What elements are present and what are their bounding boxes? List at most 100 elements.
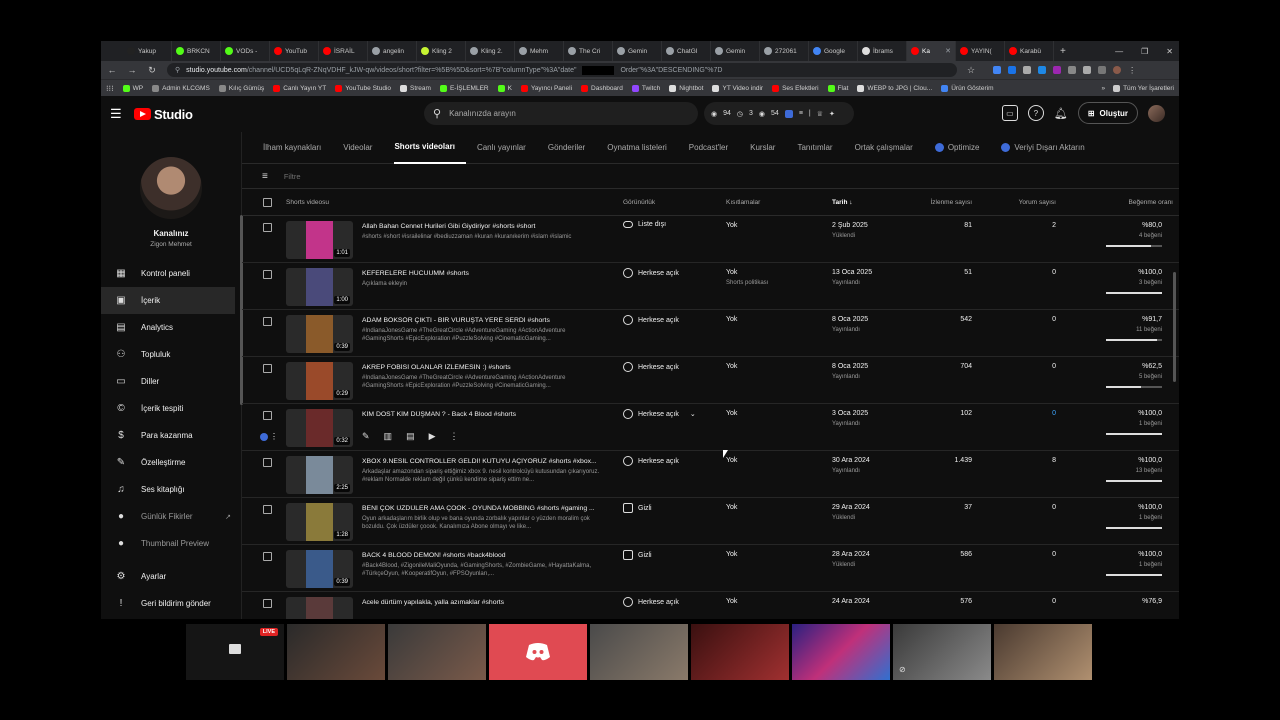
back-icon[interactable]: ← bbox=[107, 65, 117, 75]
forward-icon[interactable]: → bbox=[127, 65, 137, 75]
tab-4[interactable]: Gönderiler bbox=[548, 132, 596, 164]
apps-grid-icon[interactable]: ⁝⁝⁝ bbox=[106, 84, 114, 93]
visibility-cell[interactable]: Herkese açık bbox=[623, 268, 679, 278]
sidebar-item-copyright[interactable]: © İçerik tespiti bbox=[101, 395, 241, 422]
tab-0[interactable]: İlham kaynakları bbox=[263, 132, 332, 164]
comments-value[interactable]: 0 bbox=[1052, 504, 1056, 511]
extension-icon[interactable] bbox=[1008, 65, 1017, 74]
edit-icon[interactable]: ✎ bbox=[362, 431, 370, 442]
reload-icon[interactable]: ↻ bbox=[147, 65, 157, 76]
maximize-icon[interactable]: ❐ bbox=[1141, 47, 1148, 56]
video-thumbnail[interactable]: 0:32 bbox=[286, 409, 353, 447]
new-tab-button[interactable]: + bbox=[1054, 46, 1072, 57]
browser-tab[interactable]: angelin bbox=[368, 41, 417, 61]
bookmark-item[interactable]: Stream bbox=[400, 84, 431, 92]
browser-tab[interactable]: Gemin bbox=[711, 41, 760, 61]
video-thumbnail[interactable]: 1:01 bbox=[286, 221, 353, 259]
video-title[interactable]: BENİ ÇOK ÜZDÜLER AMA ÇOOK - OYUNDA MOBBİ… bbox=[362, 505, 602, 512]
visibility-cell[interactable]: Herkese açık bbox=[623, 456, 679, 466]
close-tab-icon[interactable]: ✕ bbox=[945, 47, 951, 55]
tab-3[interactable]: Canlı yayınlar bbox=[477, 132, 537, 164]
row-checkbox[interactable] bbox=[263, 364, 272, 373]
select-all-checkbox[interactable] bbox=[263, 198, 272, 207]
browser-tab[interactable]: Karabü bbox=[1005, 41, 1054, 61]
browser-tab[interactable]: İSRAİL bbox=[319, 41, 368, 61]
browser-tab[interactable]: Google bbox=[809, 41, 858, 61]
bookmark-item[interactable]: Nightbot bbox=[669, 84, 703, 92]
bookmark-item[interactable]: YT Video indir bbox=[712, 84, 763, 92]
comments-value[interactable]: 0 bbox=[1052, 316, 1056, 323]
col-views[interactable]: İzlenme sayısı bbox=[930, 199, 972, 206]
browser-tab[interactable]: YouTub bbox=[270, 41, 319, 61]
bookmark-item[interactable]: Dashboard bbox=[581, 84, 623, 92]
video-title[interactable]: AKREP FOBİSİ OLANLAR İZLEMESİN :) #short… bbox=[362, 364, 602, 371]
sidebar-item-thumbnail-preview[interactable]: ● Thumbnail Preview bbox=[101, 530, 241, 557]
row-checkbox[interactable] bbox=[263, 458, 272, 467]
sidebar-item-subtitles[interactable]: ▭ Diller bbox=[101, 368, 241, 395]
notifications-icon[interactable]: 🔔︎ bbox=[1054, 107, 1068, 120]
row-checkbox[interactable] bbox=[263, 223, 272, 232]
row-checkbox[interactable] bbox=[263, 411, 272, 420]
tab-6[interactable]: Podcast'ler bbox=[689, 132, 739, 164]
account-avatar[interactable] bbox=[1148, 104, 1165, 122]
table-row[interactable]: 1:00 KEFERELERE HÜCUUMM #shorts Açıklama e… bbox=[242, 263, 1179, 310]
messages-icon[interactable]: ▭ bbox=[1001, 105, 1018, 121]
tab-2[interactable]: Shorts videoları bbox=[394, 132, 466, 164]
bookmark-item[interactable]: WP bbox=[122, 84, 143, 92]
sidebar-item-daily-ideas[interactable]: ● Günlük Fikirler ↗ bbox=[101, 503, 241, 530]
extension-icon[interactable] bbox=[1038, 65, 1047, 74]
browser-tab[interactable]: The Cri bbox=[564, 41, 613, 61]
bookmark-item[interactable]: Kılıç Gümüş bbox=[218, 84, 264, 92]
list-icon[interactable]: ≡ bbox=[799, 110, 803, 117]
video-title[interactable]: BACK 4 BLOOD DEMON! #shorts #back4blood bbox=[362, 552, 602, 559]
video-thumbnail[interactable] bbox=[286, 597, 353, 619]
bookmark-item[interactable]: Flat bbox=[827, 84, 848, 92]
youtube-view-icon[interactable]: ▶ bbox=[429, 431, 436, 442]
browser-tab[interactable]: Gemin bbox=[613, 41, 662, 61]
video-title[interactable]: Acele dürtüm yapılakla, yalla azımaklar … bbox=[362, 599, 602, 606]
sidebar-item-analytics[interactable]: ▤ Analytics bbox=[101, 314, 241, 341]
col-restrictions[interactable]: Kısıtlamalar bbox=[726, 199, 760, 206]
bookmark-item[interactable]: Twitch bbox=[631, 84, 660, 92]
tab-5[interactable]: Oynatma listeleri bbox=[607, 132, 678, 164]
video-thumbnail[interactable]: 2:25 bbox=[286, 456, 353, 494]
comments-value[interactable]: 0 bbox=[1052, 598, 1056, 605]
video-thumbnail[interactable]: 1:28 bbox=[286, 503, 353, 541]
reading-list-icon[interactable] bbox=[1098, 65, 1107, 74]
bookmark-item[interactable]: E-İŞLEMLER bbox=[439, 84, 489, 92]
col-date[interactable]: Tarih ↓ bbox=[832, 199, 852, 206]
sidebar-item-feedback[interactable]: ! Geri bildirim gönder bbox=[101, 590, 241, 617]
more-options-icon[interactable]: ⋮ bbox=[270, 432, 278, 441]
table-row[interactable]: 0:39 BACK 4 BLOOD DEMON! #shorts #back4bl… bbox=[242, 545, 1179, 592]
download-icon[interactable] bbox=[1083, 65, 1092, 74]
bookmark-item[interactable]: Admin KLCGMS bbox=[152, 84, 210, 92]
chevron-down-icon[interactable]: ⌄ bbox=[690, 410, 696, 418]
trophy-icon[interactable]: ♕ bbox=[817, 110, 823, 118]
table-row[interactable]: 2:25 XBOX 9.NESİL CONTROLLER GELDİ! KUTUY… bbox=[242, 451, 1179, 498]
puzzle-icon[interactable] bbox=[1068, 65, 1077, 74]
visibility-cell[interactable]: Gizli bbox=[623, 550, 652, 560]
sidebar-item-community[interactable]: ⚇ Topluluk bbox=[101, 341, 241, 368]
visibility-cell[interactable]: Liste dışı bbox=[623, 221, 666, 228]
comments-value[interactable]: 2 bbox=[1052, 222, 1056, 229]
bookmark-item[interactable]: Yayıncı Paneli bbox=[520, 84, 572, 92]
table-row[interactable]: 0:32 KİM DOST KİM DÜŞMAN ? - Back 4 Blood… bbox=[242, 404, 1179, 451]
bookmark-item[interactable]: Ses Efektleri bbox=[772, 84, 819, 92]
url-field[interactable]: ⚲ studio.youtube.com/channel/UCD5qLqR-ZN… bbox=[167, 63, 957, 77]
video-title[interactable]: ADAM BÖKSÖR ÇIKTI - BİR VURUŞTA YERE SER… bbox=[362, 317, 602, 324]
browser-tab[interactable]: 272061 bbox=[760, 41, 809, 61]
search-input[interactable]: Kanalınızda arayın bbox=[449, 109, 516, 118]
filter-icon[interactable]: ≡ bbox=[262, 171, 268, 182]
table-scrollbar[interactable] bbox=[1173, 272, 1176, 382]
comments-value[interactable]: 0 bbox=[1052, 269, 1056, 276]
comments-value[interactable]: 8 bbox=[1052, 457, 1056, 464]
row-checkbox[interactable] bbox=[263, 552, 272, 561]
browser-tab[interactable]: Kling 2 bbox=[417, 41, 466, 61]
browser-tab[interactable]: VODs - bbox=[221, 41, 270, 61]
video-title[interactable]: KEFERELERE HÜCUUMM #shorts bbox=[362, 270, 602, 277]
comments-value[interactable]: 0 bbox=[1052, 551, 1056, 558]
hamburger-menu-icon[interactable]: ☰ bbox=[110, 106, 134, 122]
bookmark-item[interactable]: Canlı Yayın YT bbox=[273, 84, 326, 92]
video-title[interactable]: KİM DOST KİM DÜŞMAN ? - Back 4 Blood #sh… bbox=[362, 411, 602, 418]
bookmarks-more-icon[interactable]: » bbox=[1101, 85, 1105, 92]
